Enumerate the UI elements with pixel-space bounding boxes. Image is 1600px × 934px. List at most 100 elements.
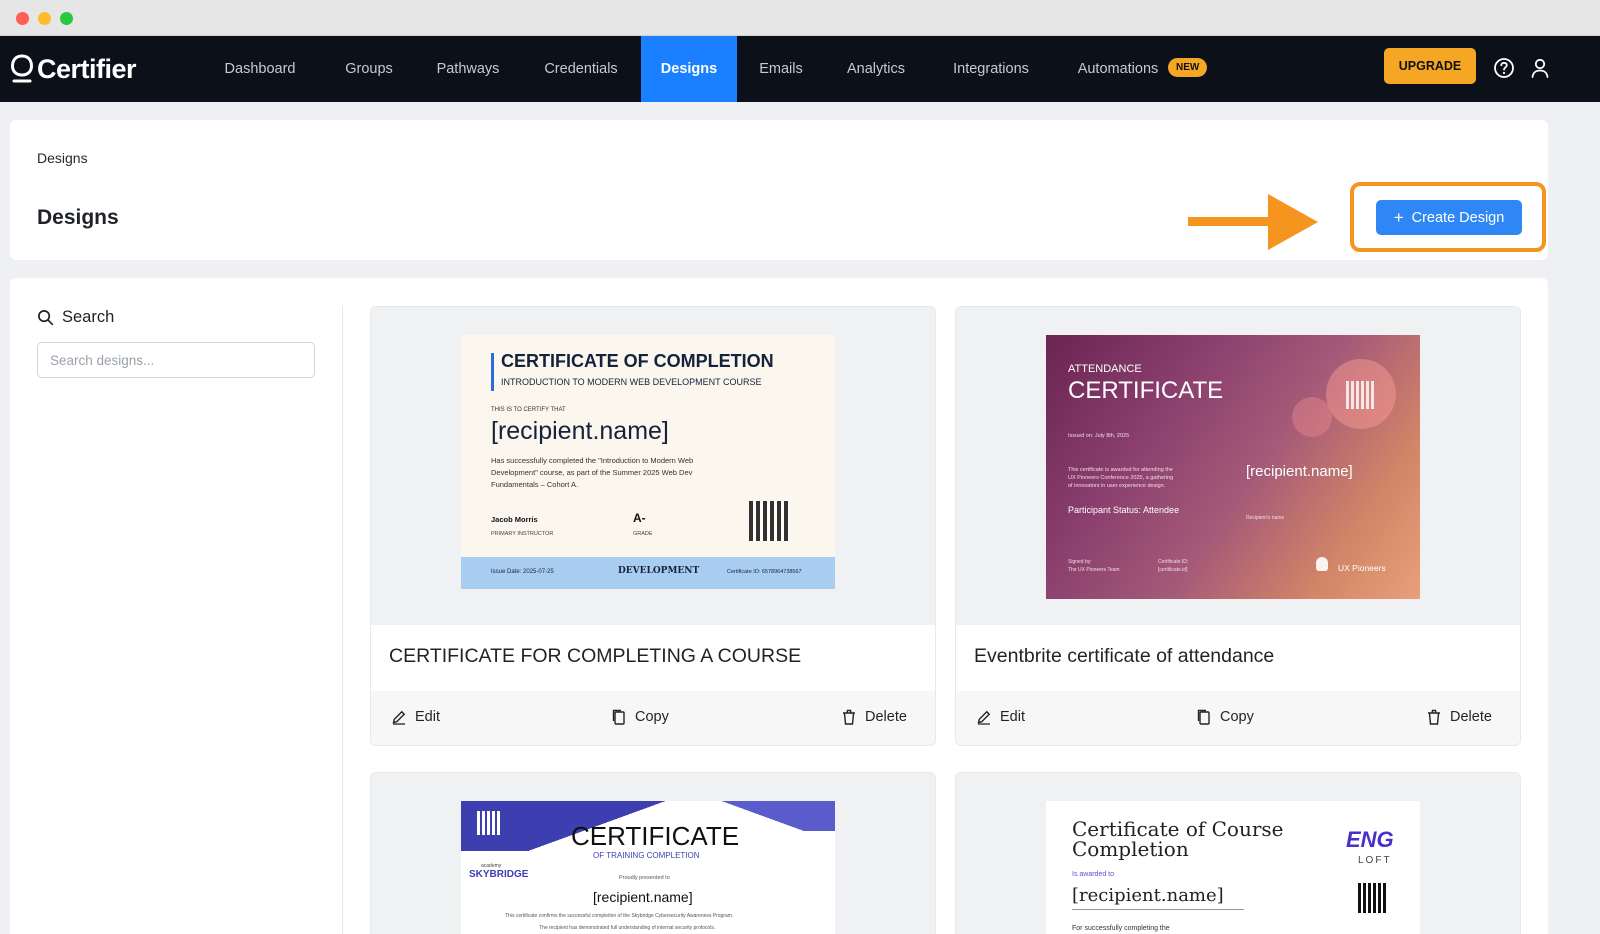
cert-body-line: This certificate confirms the successful… [505, 913, 734, 919]
upgrade-button[interactable]: UPGRADE [1384, 48, 1476, 84]
cert-recipient: [recipient.name] [491, 417, 669, 445]
copy-icon [1197, 709, 1210, 725]
certificate-thumbnail: CERTIFICATE OF TRAINING COMPLETION acade… [461, 801, 835, 934]
delete-label: Delete [1450, 709, 1492, 725]
cert-body-line: of innovators in user experience design. [1068, 483, 1166, 489]
create-design-button[interactable]: + Create Design [1376, 200, 1522, 235]
cert-body-line: Has successfully completed the "Introduc… [491, 456, 694, 465]
cert-recipient-sub: Recipient's name [1246, 515, 1285, 521]
cert-heading: CERTIFICATE [1068, 377, 1224, 404]
brand-logo[interactable]: Certifier [10, 50, 137, 88]
edit-button[interactable]: Edit [976, 709, 1025, 725]
copy-button[interactable]: Copy [611, 709, 669, 725]
cert-subheading: OF TRAINING COMPLETION [593, 851, 700, 860]
copy-button[interactable]: Copy [1196, 709, 1254, 725]
cert-signed: Signed by: [1068, 559, 1092, 565]
plus-icon: + [1393, 208, 1404, 227]
trash-icon [1428, 709, 1440, 725]
edit-label: Edit [1000, 709, 1025, 725]
qr-code-icon [1346, 381, 1374, 409]
trash-icon [843, 709, 855, 725]
eng-loft-logo: ENG [1346, 827, 1394, 852]
nav-item-designs[interactable]: Designs [641, 36, 737, 102]
arrow-right-icon [1188, 194, 1318, 250]
cert-status: Participant Status: Attendee [1068, 505, 1180, 515]
sidebar-divider [342, 306, 343, 934]
eng-loft-logo-sub: LOFT [1358, 855, 1392, 866]
design-title: CERTIFICATE FOR COMPLETING A COURSE [389, 645, 802, 667]
accent-bar [491, 353, 494, 391]
design-card[interactable]: ATTENDANCE CERTIFICATE Issued on: July 8… [955, 306, 1521, 746]
qr-code-icon [477, 811, 501, 835]
cert-signed-by: The UX Pioneers Team [1068, 567, 1120, 573]
nav-item-analytics[interactable]: Analytics [834, 36, 918, 102]
cert-body-line: UX Pioneers Conference 2025, a gathering [1068, 475, 1174, 481]
cert-id: [certificate.id] [1158, 567, 1188, 573]
designs-content: Search CERTIFICATE OF COMPLETION INTRODU… [10, 278, 1548, 934]
nav-item-dashboard[interactable]: Dashboard [214, 36, 306, 102]
window-maximize-button[interactable] [60, 12, 73, 25]
search-input[interactable] [37, 342, 315, 378]
cert-grade: A- [633, 511, 646, 525]
cert-recipient: [recipient.name] [1246, 463, 1353, 480]
window-titlebar [0, 0, 1600, 36]
design-title: Eventbrite certificate of attendance [974, 645, 1275, 667]
nav-item-automations[interactable]: Automations [1068, 36, 1168, 102]
design-actions: Edit Copy Delete [956, 691, 1520, 745]
cert-recipient: [recipient.name] [593, 889, 693, 905]
cert-issued: Issued on: July 8th, 2025 [1068, 433, 1130, 439]
delete-button[interactable]: Delete [841, 709, 907, 725]
copy-label: Copy [1220, 709, 1254, 725]
delete-button[interactable]: Delete [1426, 709, 1492, 725]
cert-body-line: Development" course, as part of the Summ… [491, 468, 693, 477]
certificate-thumbnail: CERTIFICATE OF COMPLETION INTRODUCTION T… [461, 335, 835, 589]
copy-icon [612, 709, 625, 725]
nav-item-credentials[interactable]: Credentials [530, 36, 632, 102]
window-close-button[interactable] [16, 12, 29, 25]
cert-recipient: [recipient.name] [1072, 885, 1224, 906]
create-design-label: Create Design [1411, 209, 1505, 226]
design-card[interactable]: CERTIFICATE OF COMPLETION INTRODUCTION T… [370, 306, 936, 746]
design-preview[interactable]: CERTIFICATE OF COMPLETION INTRODUCTION T… [371, 307, 935, 625]
window-minimize-button[interactable] [38, 12, 51, 25]
breadcrumb[interactable]: Designs [37, 150, 88, 166]
cert-body-line: The recipient has demonstrated full unde… [539, 925, 716, 931]
user-icon[interactable] [1528, 56, 1552, 80]
edit-label: Edit [415, 709, 440, 725]
nav-item-pathways[interactable]: Pathways [424, 36, 512, 102]
cert-heading: CERTIFICATE OF COMPLETION [501, 351, 774, 371]
pencil-icon [392, 710, 406, 725]
nav-item-emails[interactable]: Emails [748, 36, 814, 102]
cert-body-line: For successfully completing the [1072, 925, 1170, 932]
nav-item-groups[interactable]: Groups [328, 36, 410, 102]
cert-id: Certificate ID: 6578964738567 [727, 569, 802, 575]
qr-code-icon [1358, 883, 1388, 913]
search-label-row: Search [37, 308, 114, 327]
balloon-icon [1316, 557, 1328, 571]
cert-org: SKYBRIDGE [469, 869, 529, 880]
design-actions: Edit Copy Delete [371, 691, 935, 745]
copy-label: Copy [635, 709, 669, 725]
certificate-thumbnail: ATTENDANCE CERTIFICATE Issued on: July 8… [1046, 335, 1420, 599]
edit-button[interactable]: Edit [391, 709, 440, 725]
cert-heading: CERTIFICATE [571, 821, 740, 851]
design-preview[interactable]: ATTENDANCE CERTIFICATE Issued on: July 8… [956, 307, 1520, 625]
decorative-circle [1292, 397, 1332, 437]
cert-issue-date: Issue Date: 2025-07-25 [491, 569, 554, 575]
cert-certify: THIS IS TO CERTIFY THAT [491, 407, 566, 413]
help-circle-icon[interactable] [1492, 56, 1516, 80]
design-card[interactable]: CERTIFICATE OF TRAINING COMPLETION acade… [370, 772, 936, 934]
page-title: Designs [37, 206, 119, 229]
certifier-logo-icon [10, 54, 34, 83]
nav-item-integrations[interactable]: Integrations [942, 36, 1040, 102]
search-icon [38, 310, 54, 326]
design-preview[interactable]: Certificate of Course Completion Is awar… [956, 773, 1520, 934]
cert-instructor-role: PRIMARY INSTRUCTOR [491, 531, 554, 537]
cert-subheading: INTRODUCTION TO MODERN WEB DEVELOPMENT C… [501, 377, 762, 387]
cert-presented: Proudly presented to [619, 875, 670, 881]
design-preview[interactable]: CERTIFICATE OF TRAINING COMPLETION acade… [371, 773, 935, 934]
certificate-thumbnail: Certificate of Course Completion Is awar… [1046, 801, 1420, 934]
design-card[interactable]: Certificate of Course Completion Is awar… [955, 772, 1521, 934]
cert-seal: DEVELOPMENT [618, 566, 700, 576]
search-label: Search [62, 308, 115, 326]
